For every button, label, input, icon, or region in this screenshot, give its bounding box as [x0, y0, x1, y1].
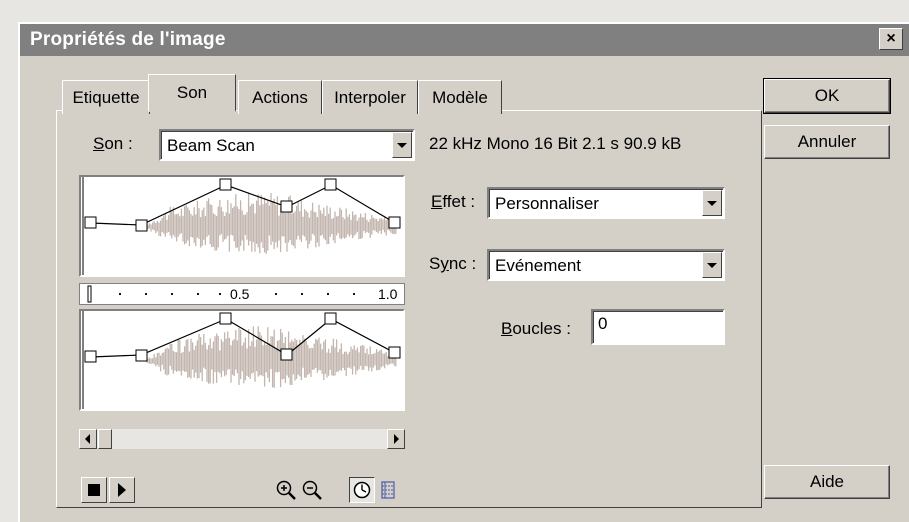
envelope-handle[interactable]	[388, 346, 401, 359]
clock-icon	[353, 481, 371, 499]
time-units-toggle[interactable]	[349, 477, 375, 503]
waveform-bottom-svg	[82, 311, 401, 409]
waveform-scrollbar[interactable]	[79, 429, 405, 449]
zoom-out-icon	[302, 480, 322, 500]
help-button[interactable]: Aide	[764, 465, 890, 499]
timeline-ruler[interactable]: 0.5 1.0	[79, 283, 405, 305]
stop-button[interactable]	[81, 477, 107, 503]
envelope-handle[interactable]	[135, 219, 148, 232]
zoom-out-button[interactable]	[299, 477, 325, 503]
loops-input[interactable]: 0	[591, 309, 725, 345]
scroll-right-button[interactable]	[387, 429, 405, 449]
close-button[interactable]: ×	[879, 28, 903, 50]
frame-units-toggle[interactable]	[375, 477, 401, 503]
tab-interpoler[interactable]: Interpoler	[322, 80, 418, 114]
sound-label: Son :	[93, 134, 133, 153]
envelope-handle[interactable]	[324, 312, 337, 325]
waveform-top-channel[interactable]	[79, 175, 405, 277]
sound-properties-dialog: Propriétés de l'image × OK Annuler Aide …	[18, 22, 909, 522]
play-icon	[118, 483, 126, 497]
close-icon: ×	[886, 30, 896, 47]
sound-select-value: Beam Scan	[167, 136, 255, 155]
envelope-handle[interactable]	[84, 216, 97, 229]
effect-label: Effet :	[431, 192, 476, 211]
sync-select-dropdown[interactable]	[702, 252, 722, 278]
ruler-label-mid: 0.5	[230, 286, 250, 302]
sound-select[interactable]: Beam Scan	[159, 129, 415, 161]
sync-label: Sync :	[429, 254, 477, 273]
chevron-down-icon	[707, 262, 717, 268]
arrow-left-icon	[85, 434, 90, 444]
title-bar: Propriétés de l'image ×	[20, 24, 909, 56]
tab-son[interactable]: Son	[148, 74, 236, 112]
envelope-handle[interactable]	[219, 178, 232, 191]
tab-etiquette[interactable]: Etiquette	[62, 80, 150, 114]
scroll-thumb[interactable]	[98, 429, 112, 449]
loops-label: Boucles :	[501, 319, 571, 338]
stop-icon	[88, 484, 100, 496]
tab-modele[interactable]: Modèle	[418, 80, 502, 114]
effect-select-value: Personnaliser	[495, 194, 599, 213]
envelope-handle[interactable]	[84, 350, 97, 363]
sound-info: 22 kHz Mono 16 Bit 2.1 s 90.9 kB	[429, 134, 682, 153]
envelope-handle[interactable]	[280, 348, 293, 361]
envelope-handle[interactable]	[135, 349, 148, 362]
window-title: Propriétés de l'image	[30, 29, 226, 50]
envelope-handle[interactable]	[280, 200, 293, 213]
waveform-top-svg	[82, 177, 401, 275]
chevron-down-icon	[707, 200, 717, 206]
ok-button[interactable]: OK	[763, 78, 891, 114]
zoom-in-icon	[276, 480, 296, 500]
effect-select-dropdown[interactable]	[702, 190, 722, 216]
envelope-handle[interactable]	[324, 178, 337, 191]
envelope-handle[interactable]	[388, 216, 401, 229]
sync-select-value: Evénement	[495, 256, 581, 275]
scroll-left-button[interactable]	[79, 429, 97, 449]
arrow-right-icon	[394, 434, 399, 444]
tab-panel-sound: Son : Beam Scan 22 kHz Mono 16 Bit 2.1 s…	[56, 110, 762, 508]
frames-icon	[381, 481, 395, 499]
ruler-label-end: 1.0	[378, 286, 398, 302]
play-button[interactable]	[109, 477, 135, 503]
sync-select[interactable]: Evénement	[487, 249, 725, 281]
zoom-in-button[interactable]	[273, 477, 299, 503]
sound-select-dropdown[interactable]	[392, 132, 412, 158]
effect-select[interactable]: Personnaliser	[487, 187, 725, 219]
envelope-handle[interactable]	[219, 312, 232, 325]
chevron-down-icon	[397, 142, 407, 148]
waveform-bottom-channel[interactable]	[79, 309, 405, 411]
cancel-button[interactable]: Annuler	[764, 125, 890, 159]
tab-actions[interactable]: Actions	[238, 80, 322, 114]
